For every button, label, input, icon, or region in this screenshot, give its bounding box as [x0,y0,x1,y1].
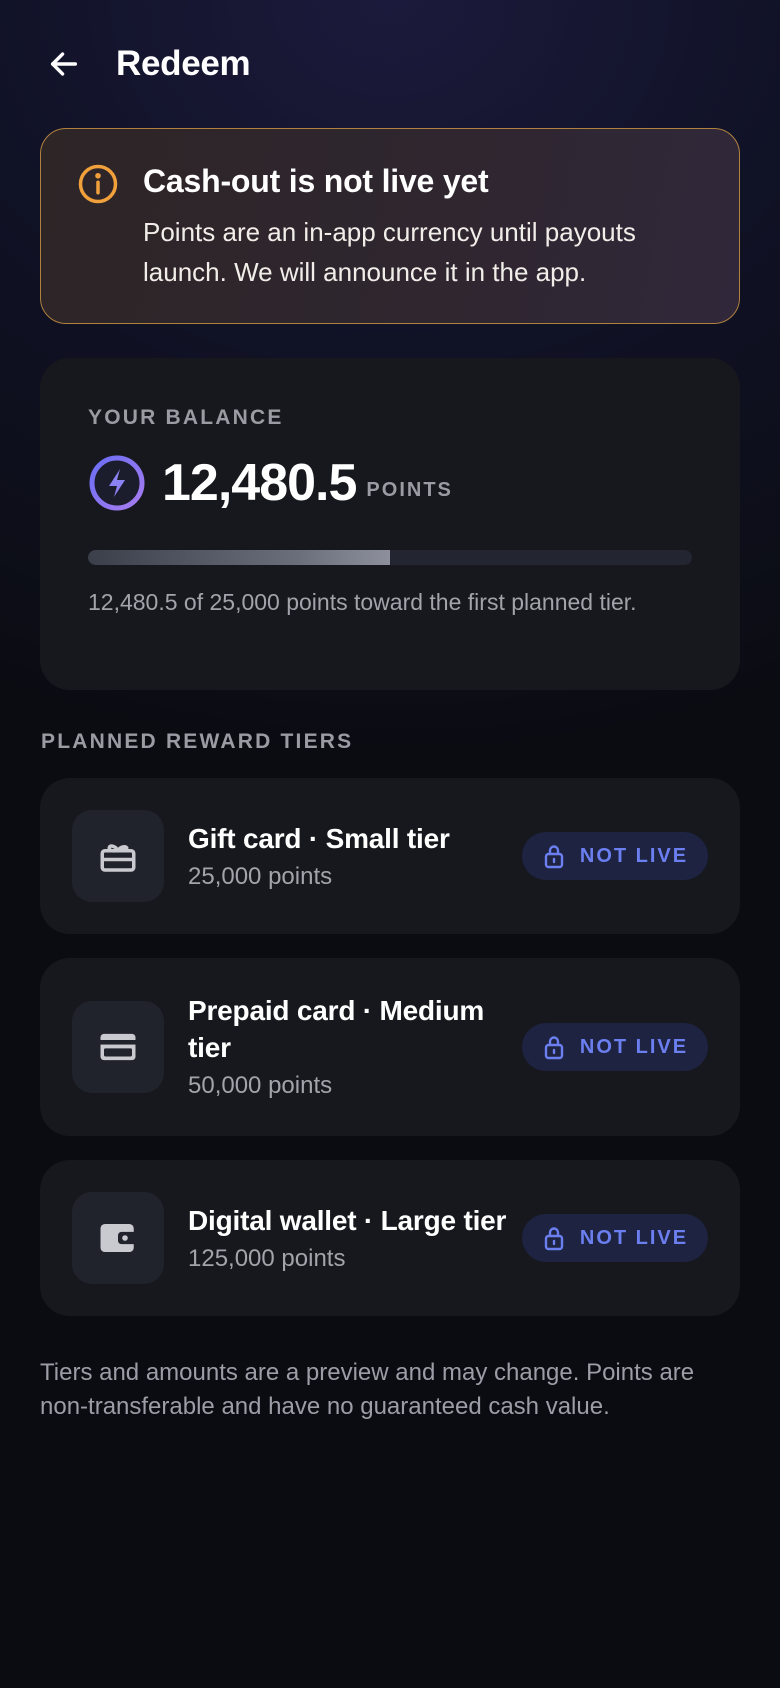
progress-note: 12,480.5 of 25,000 points toward the fir… [88,589,637,615]
progress-fill [88,550,390,565]
badge-label: NOT LIVE [579,844,689,867]
tier-text: Digital wallet · Large tier 125,000 poin… [188,1202,522,1275]
tier-name: Gift card · Small tier [188,822,450,854]
section-title: PLANNED REWARD TIERS [41,730,354,753]
gift-card-icon [100,844,136,872]
lock-icon [544,1227,564,1251]
notice-title: Cash-out is not live yet [143,163,489,199]
bolt-icon [89,455,145,511]
tier-name: Prepaid card · Medium tier [188,995,485,1063]
tier-points: 50,000 points [188,1072,333,1099]
notice-text: Cash-out is not live yet Points are an i… [143,163,703,323]
credit-card-icon [100,1033,136,1061]
lock-icon [544,1036,564,1060]
tier-points: 125,000 points [188,1244,346,1272]
balance-eyebrow: YOUR BALANCE [88,406,284,429]
tier-card-gift-card[interactable]: Gift card · Small tier 25,000 points NOT… [40,778,740,934]
tier-card-digital-wallet[interactable]: Digital wallet · Large tier 125,000 poin… [40,1160,740,1316]
not-live-badge: NOT LIVE [522,1023,708,1071]
tier-icon-box [72,1001,164,1093]
tier-icon-box [72,1192,164,1284]
badge-label: NOT LIVE [579,1226,689,1249]
info-icon [78,164,118,204]
tier-icon-box [72,810,164,902]
tier-text: Prepaid card · Medium tier 50,000 points [188,992,522,1102]
wallet-icon [100,1224,138,1252]
footer-disclaimer: Tiers and amounts are a preview and may … [40,1359,695,1420]
balance-value: 12,480.5 [162,454,357,512]
not-live-badge: NOT LIVE [522,832,708,880]
progress-bar [88,550,692,565]
page-title: Redeem [116,44,251,83]
header: Redeem [40,36,251,92]
tier-text: Gift card · Small tier 25,000 points [188,820,522,893]
notice-body: Points are an in-app currency until payo… [143,217,636,287]
tier-points: 25,000 points [188,862,333,890]
tier-card-prepaid-card[interactable]: Prepaid card · Medium tier 50,000 points… [40,958,740,1136]
balance-card: YOUR BALANCE 12,480.5 POINTS 12,480.5 of… [40,358,740,690]
not-live-badge: NOT LIVE [522,1214,708,1262]
balance-row: 12,480.5 POINTS [88,452,692,514]
badge-label: NOT LIVE [579,1035,689,1058]
lock-icon [544,845,564,869]
tier-name: Digital wallet · Large tier [188,1204,507,1236]
cashout-notice: Cash-out is not live yet Points are an i… [40,128,740,324]
arrow-left-icon [50,52,78,76]
balance-unit: POINTS [366,478,453,501]
back-button[interactable] [40,40,88,88]
